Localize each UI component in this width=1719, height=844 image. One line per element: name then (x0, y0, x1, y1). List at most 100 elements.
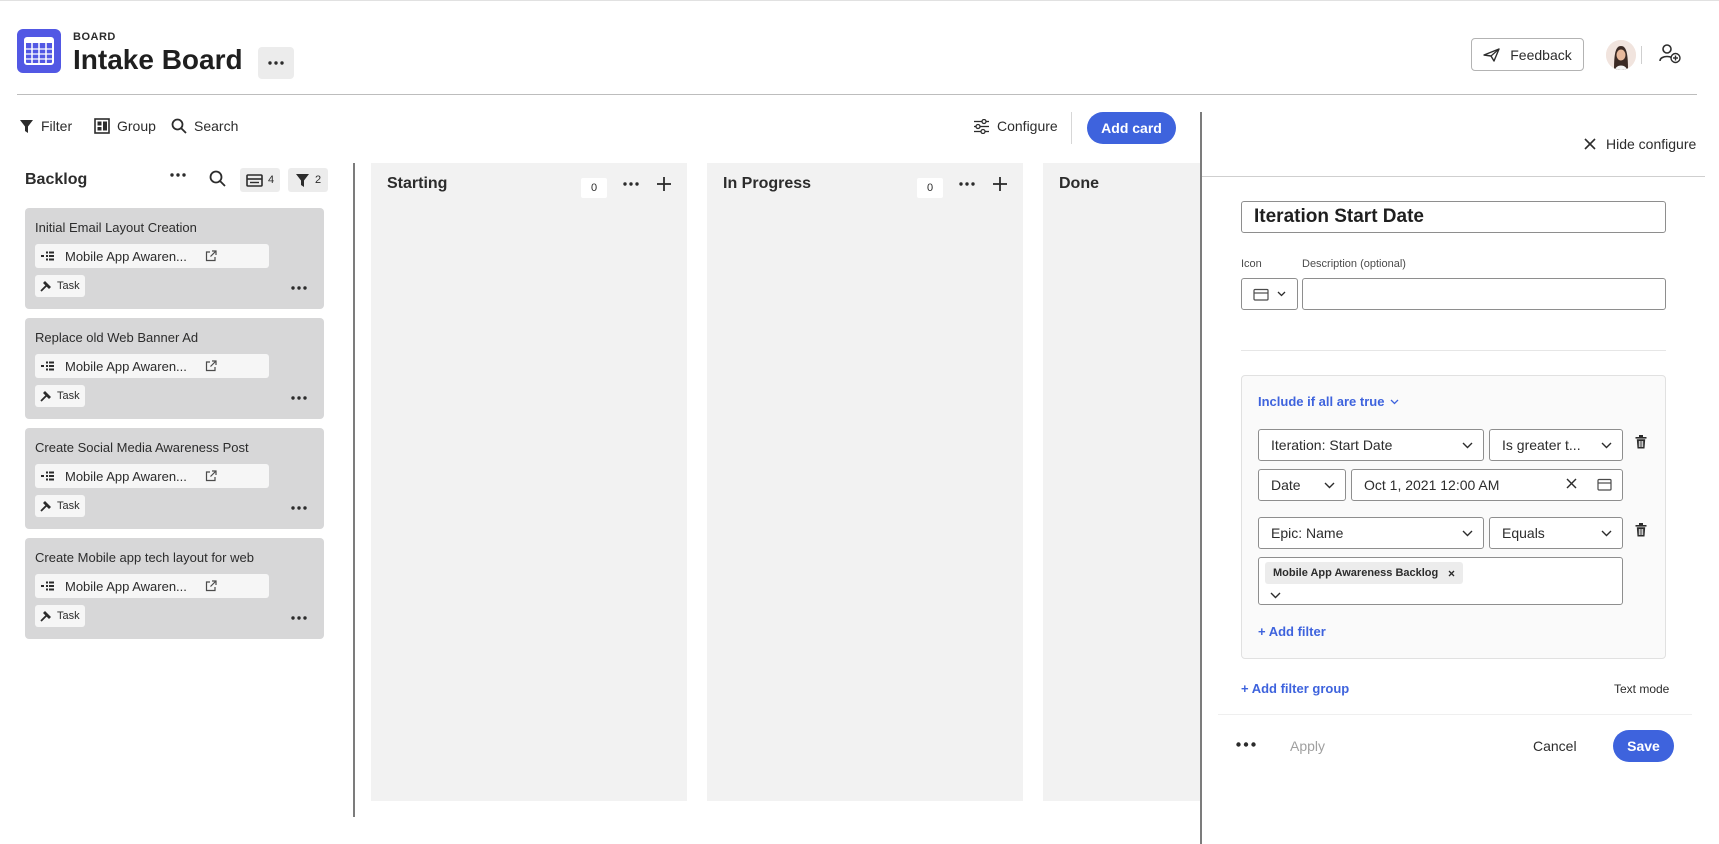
board-logo-icon (17, 29, 61, 73)
hide-configure-label: Hide configure (1606, 136, 1697, 152)
card-title: Initial Email Layout Creation (35, 220, 197, 235)
save-button[interactable]: Save (1613, 730, 1674, 762)
chevron-down-icon (1462, 530, 1473, 537)
card-epic-link[interactable]: Mobile App Awaren... (35, 354, 269, 378)
backlog-more-button[interactable] (170, 173, 186, 177)
close-icon[interactable] (1448, 570, 1455, 577)
icon-label: Icon (1241, 258, 1262, 270)
chevron-down-icon (1601, 530, 1612, 537)
backlog-search-button[interactable] (209, 170, 226, 187)
external-link-icon (205, 360, 217, 372)
search-icon (209, 170, 226, 187)
calendar-icon (1597, 478, 1612, 491)
hide-configure-button[interactable]: Hide configure (1584, 136, 1696, 152)
include-mode-dropdown[interactable]: Include if all are true (1258, 394, 1399, 409)
cancel-button[interactable]: Cancel (1533, 738, 1577, 754)
configure-panel-border (1200, 112, 1202, 844)
feedback-button[interactable]: Feedback (1471, 38, 1584, 71)
card-type-badge: Task (35, 385, 85, 407)
backlog-title: Backlog (25, 171, 88, 188)
more-icon (291, 506, 307, 510)
date-input[interactable]: Oct 1, 2021 12:00 AM (1351, 469, 1623, 501)
more-icon (291, 396, 307, 400)
column-add-button[interactable] (657, 177, 671, 191)
filter-field-select[interactable]: Iteration: Start Date (1258, 429, 1484, 461)
board-kicker: BOARD (73, 31, 116, 43)
search-button[interactable]: Search (171, 118, 238, 134)
card-more-button[interactable] (291, 286, 307, 290)
backlog-card-count-chip[interactable]: 4 (240, 168, 280, 192)
trash-icon (1635, 435, 1647, 449)
filter-button[interactable]: Filter (19, 118, 72, 134)
description-input[interactable] (1302, 278, 1666, 310)
more-icon (1236, 742, 1256, 747)
card-more-button[interactable] (291, 506, 307, 510)
more-icon (268, 61, 284, 65)
external-link-icon (205, 470, 217, 482)
card-epic-link[interactable]: Mobile App Awaren... (35, 574, 269, 598)
panel-footer-divider (1218, 714, 1692, 715)
epic-icon (41, 361, 54, 371)
chevron-down-icon (1601, 442, 1612, 449)
card[interactable]: Replace old Web Banner Ad Mobile App Awa… (25, 318, 324, 419)
task-icon (40, 501, 51, 512)
task-icon (40, 391, 51, 402)
card-type-label: Task (57, 610, 80, 622)
add-user-icon[interactable] (1659, 42, 1681, 64)
card-stack-icon (246, 173, 263, 187)
field-name-input[interactable]: Iteration Start Date (1241, 201, 1666, 233)
configure-label: Configure (997, 118, 1058, 134)
panel-more-button[interactable] (1236, 742, 1256, 747)
panel-divider (1202, 176, 1705, 177)
icon-picker[interactable] (1241, 278, 1298, 310)
add-card-button[interactable]: Add card (1087, 112, 1176, 144)
page-title: Intake Board (73, 44, 243, 75)
text-mode-link[interactable]: Text mode (1614, 682, 1669, 696)
chevron-down-icon (1324, 482, 1335, 489)
configure-button[interactable]: Configure (973, 118, 1058, 134)
clear-date-button[interactable] (1566, 478, 1577, 489)
card-type-badge: Task (35, 495, 85, 517)
card-epic-name: Mobile App Awaren... (65, 358, 187, 374)
group-label: Group (117, 118, 156, 134)
card[interactable]: Initial Email Layout Creation Mobile App… (25, 208, 324, 309)
backlog-filter-count: 2 (314, 174, 322, 186)
chevron-down-icon (1462, 442, 1473, 449)
external-link-icon (205, 580, 217, 592)
card-type-label: Task (57, 500, 80, 512)
group-button[interactable]: Group (94, 118, 156, 134)
tag-label: Mobile App Awareness Backlog (1273, 567, 1439, 579)
card-epic-link[interactable]: Mobile App Awaren... (35, 464, 269, 488)
date-picker-button[interactable] (1597, 478, 1612, 491)
add-filter-group-link[interactable]: + Add filter group (1241, 681, 1349, 696)
column-more-button[interactable] (623, 182, 639, 186)
card[interactable]: Create Social Media Awareness Post Mobil… (25, 428, 324, 529)
column-more-button[interactable] (959, 182, 975, 186)
column-add-button[interactable] (993, 177, 1007, 191)
card-more-button[interactable] (291, 616, 307, 620)
chevron-down-icon (1277, 291, 1286, 297)
delete-filter-button[interactable] (1635, 523, 1647, 537)
card[interactable]: Create Mobile app tech layout for web Mo… (25, 538, 324, 639)
value-type-select[interactable]: Date (1258, 469, 1346, 501)
add-filter-link[interactable]: + Add filter (1258, 624, 1326, 639)
search-icon (171, 118, 187, 134)
feedback-label: Feedback (1510, 46, 1572, 63)
filter-field-select[interactable]: Epic: Name (1258, 517, 1484, 549)
avatar[interactable] (1606, 40, 1636, 70)
board-more-button[interactable] (258, 47, 294, 79)
card-type-badge: Task (35, 275, 85, 297)
card-epic-link[interactable]: Mobile App Awaren... (35, 244, 269, 268)
filter-operator-select[interactable]: Equals (1489, 517, 1623, 549)
backlog-filter-count-chip[interactable]: 2 (288, 168, 328, 192)
filter-operator-select[interactable]: Is greater t... (1489, 429, 1623, 461)
apply-button[interactable]: Apply (1290, 738, 1325, 754)
tag-dropdown-toggle[interactable] (1270, 592, 1281, 599)
card-more-button[interactable] (291, 396, 307, 400)
send-icon (1483, 47, 1500, 62)
more-icon (959, 182, 975, 186)
task-icon (40, 611, 51, 622)
settings-sliders-icon (974, 118, 989, 134)
column-starting: Starting 0 (371, 163, 687, 801)
delete-filter-button[interactable] (1635, 435, 1647, 449)
